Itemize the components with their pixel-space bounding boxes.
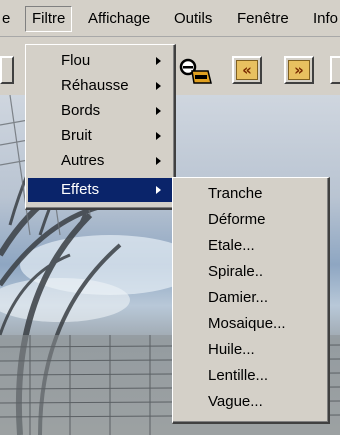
submenu-arrow-icon bbox=[156, 186, 161, 194]
submenu-item-damier[interactable]: Damier... bbox=[175, 286, 325, 310]
submenu-item-label: Tranche bbox=[208, 185, 263, 202]
submenu-arrow-icon bbox=[156, 132, 161, 140]
toolbar-partial-button[interactable] bbox=[0, 56, 14, 84]
menu-item-flou[interactable]: Flou bbox=[28, 49, 172, 73]
submenu-arrow-icon bbox=[156, 82, 161, 90]
forward-icon: » bbox=[288, 60, 310, 80]
menu-item-autres[interactable]: Autres bbox=[28, 149, 172, 173]
submenu-item-label: Lentille... bbox=[208, 367, 269, 384]
menu-item-bruit[interactable]: Bruit bbox=[28, 124, 172, 148]
submenu-item-lentille[interactable]: Lentille... bbox=[175, 364, 325, 388]
submenu-item-label: Mosaique... bbox=[208, 315, 286, 332]
submenu-arrow-icon bbox=[156, 107, 161, 115]
zoom-tool-icon[interactable] bbox=[178, 57, 212, 85]
submenu-item-label: Vague... bbox=[208, 393, 263, 410]
menu-affichage[interactable]: Affichage bbox=[82, 6, 156, 32]
rewind-button[interactable]: « bbox=[232, 56, 262, 84]
submenu-arrow-icon bbox=[156, 157, 161, 165]
menu-item-label: Effets bbox=[61, 181, 100, 198]
forward-button[interactable]: » bbox=[284, 56, 314, 84]
submenu-item-label: Damier... bbox=[208, 289, 269, 306]
submenu-item-tranche[interactable]: Tranche bbox=[175, 182, 325, 206]
menu-item-label: Flou bbox=[61, 52, 91, 69]
menu-info-partial[interactable]: Info bbox=[307, 6, 340, 32]
filtre-dropdown-menu: Flou Réhausse Bords Bruit Autres Effets bbox=[25, 44, 176, 210]
menu-item-label: Réhausse bbox=[61, 77, 129, 94]
submenu-arrow-icon bbox=[156, 57, 161, 65]
submenu-item-etale[interactable]: Etale... bbox=[175, 234, 325, 258]
submenu-item-spirale[interactable]: Spirale.. bbox=[175, 260, 325, 284]
submenu-item-label: Spirale.. bbox=[208, 263, 264, 280]
menu-item-label: Bords bbox=[61, 102, 101, 119]
rewind-icon: « bbox=[236, 60, 258, 80]
submenu-item-label: Huile... bbox=[208, 341, 255, 358]
submenu-item-huile[interactable]: Huile... bbox=[175, 338, 325, 362]
submenu-item-vague[interactable]: Vague... bbox=[175, 390, 325, 414]
toolbar-partial-button-right[interactable] bbox=[330, 56, 340, 84]
effets-submenu: Tranche Déforme Etale... Spirale.. Damie… bbox=[172, 177, 330, 424]
menu-edit-partial[interactable]: e bbox=[0, 6, 16, 32]
submenu-item-mosaique[interactable]: Mosaique... bbox=[175, 312, 325, 336]
menu-outils[interactable]: Outils bbox=[168, 6, 218, 32]
menu-item-bords[interactable]: Bords bbox=[28, 99, 172, 123]
menu-item-label: Autres bbox=[61, 152, 105, 169]
menu-filtre[interactable]: Filtre bbox=[25, 6, 73, 32]
menu-item-effets[interactable]: Effets bbox=[28, 178, 172, 202]
menu-item-rehausse[interactable]: Réhausse bbox=[28, 74, 172, 98]
menu-bar: e Filtre Affichage Outils Fenêtre Info bbox=[0, 0, 340, 37]
submenu-item-label: Déforme bbox=[208, 211, 266, 228]
menu-item-label: Bruit bbox=[61, 127, 92, 144]
submenu-item-label: Etale... bbox=[208, 237, 255, 254]
menu-fenetre[interactable]: Fenêtre bbox=[231, 6, 295, 32]
submenu-item-deforme[interactable]: Déforme bbox=[175, 208, 325, 232]
